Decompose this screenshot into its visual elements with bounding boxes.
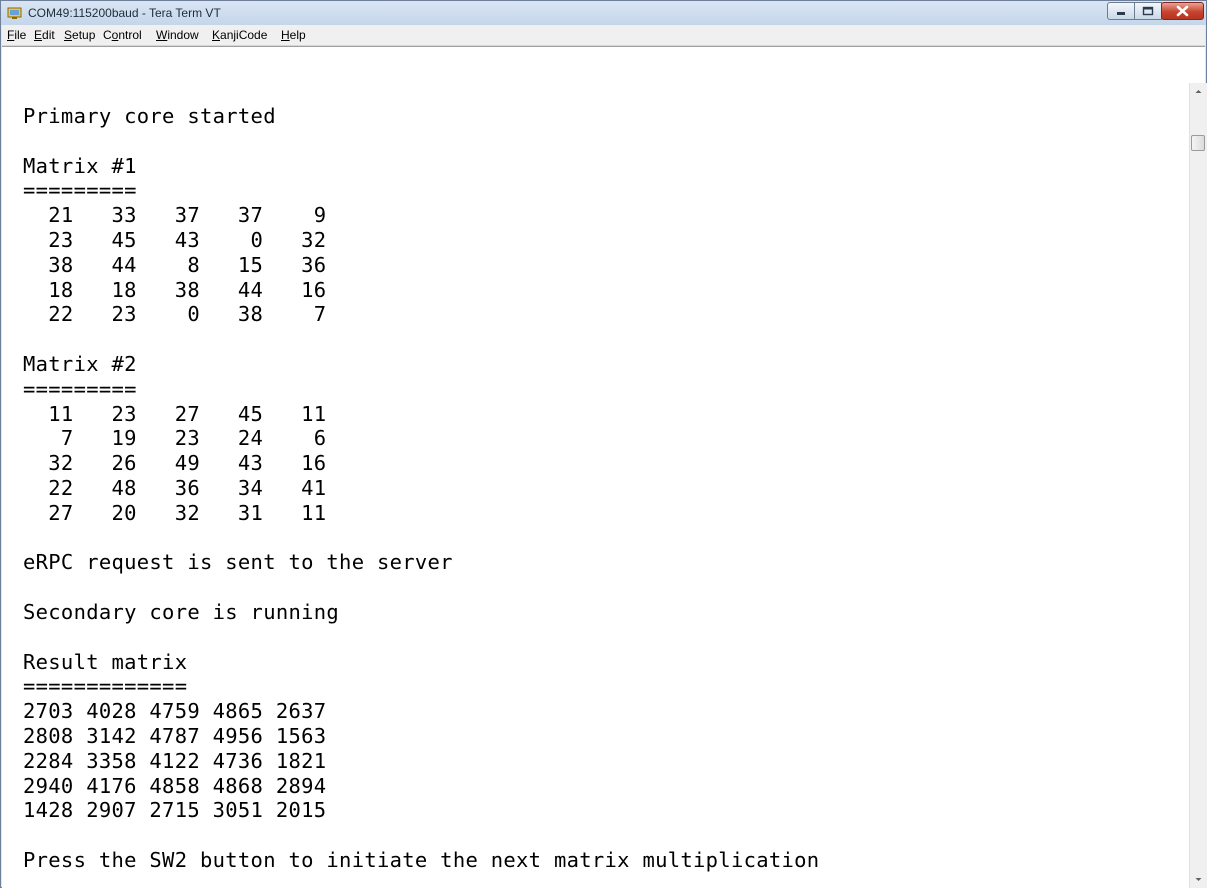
terminal-line: 2703 4028 4759 4865 2637 [23, 699, 327, 724]
tera-term-window: COM49:115200baud - Tera Term VT File Edi… [0, 0, 1207, 889]
menu-setup-rest: etup [72, 28, 96, 42]
menu-edit-rest: dit [42, 28, 55, 42]
terminal-line: 7 19 23 24 6 [23, 426, 327, 451]
menu-bar: File Edit Setup Control Window KanjiCode… [2, 25, 1205, 46]
menu-kanjicode[interactable]: KanjiCode [212, 28, 267, 42]
terminal-line: 2284 3358 4122 4736 1821 [23, 748, 327, 773]
terminal-line: 22 48 36 34 41 [23, 475, 327, 500]
maximize-icon [1142, 6, 1154, 16]
terminal-line: 1428 2907 2715 3051 2015 [23, 798, 327, 823]
menu-setup[interactable]: Setup [64, 28, 95, 42]
arrow-up-icon [1195, 90, 1202, 93]
terminal-line: Matrix #1 [23, 153, 137, 178]
terminal-line: 2808 3142 4787 4956 1563 [23, 723, 327, 748]
terminal-line: 11 23 27 45 11 [23, 401, 327, 426]
menu-window-accel: W [156, 28, 168, 42]
menu-file[interactable]: File [7, 28, 26, 42]
menu-edit[interactable]: Edit [34, 28, 55, 42]
menu-file-rest: ile [14, 28, 27, 42]
menu-edit-accel: E [34, 28, 43, 42]
scroll-thumb[interactable] [1191, 135, 1205, 151]
terminal-line: 32 26 49 43 16 [23, 451, 327, 476]
scroll-down-button[interactable] [1190, 871, 1207, 888]
title-bar[interactable]: COM49:115200baud - Tera Term VT [1, 1, 1206, 25]
terminal-line: Primary core started [23, 104, 276, 128]
close-button[interactable] [1161, 2, 1204, 20]
terminal-line: Result matrix [23, 649, 188, 674]
minimize-button[interactable] [1107, 2, 1135, 20]
terminal-line: 23 45 43 0 32 [23, 227, 327, 252]
arrow-down-icon [1195, 878, 1202, 881]
menu-help[interactable]: Help [281, 28, 306, 42]
terminal-line: ============= [23, 674, 188, 699]
minimize-icon [1117, 12, 1125, 15]
menu-setup-accel: S [64, 28, 73, 42]
menu-help-rest: elp [289, 28, 306, 42]
vertical-scrollbar[interactable] [1189, 83, 1207, 888]
terminal-line: eRPC request is sent to the server [23, 550, 453, 575]
window-title: COM49:115200baud - Tera Term VT [28, 6, 221, 20]
terminal-output[interactable]: Primary core started Matrix #1 =========… [23, 104, 819, 873]
menu-kanjicode-accel: K [212, 28, 221, 42]
terminal-line: ========= [23, 178, 137, 203]
menu-window[interactable]: Window [156, 28, 199, 42]
terminal-line: 18 18 38 44 16 [23, 277, 327, 302]
terminal-line: ========= [23, 376, 137, 401]
terminal-line: 22 23 0 38 7 [23, 302, 327, 327]
terminal-line: Press the SW2 button to initiate the nex… [23, 847, 820, 872]
close-icon [1176, 5, 1189, 17]
menu-help-accel: H [281, 28, 290, 42]
scroll-up-button[interactable] [1190, 83, 1207, 100]
terminal-line: 21 33 37 37 9 [23, 203, 327, 228]
menu-control-pre: C [103, 28, 112, 42]
terminal-line: 38 44 8 15 36 [23, 252, 327, 277]
terminal-line: Secondary core is running [23, 599, 340, 624]
menu-kanjicode-rest: anjiCode [220, 28, 268, 42]
tera-term-icon [7, 7, 22, 19]
menu-control-rest: ntrol [118, 28, 142, 42]
terminal-line: Matrix #2 [23, 351, 137, 376]
terminal-line: 2940 4176 4858 4868 2894 [23, 773, 327, 798]
menu-control[interactable]: Control [103, 28, 142, 42]
terminal-line: 27 20 32 31 11 [23, 500, 327, 525]
maximize-button[interactable] [1134, 2, 1162, 20]
menu-window-rest: indow [167, 28, 199, 42]
